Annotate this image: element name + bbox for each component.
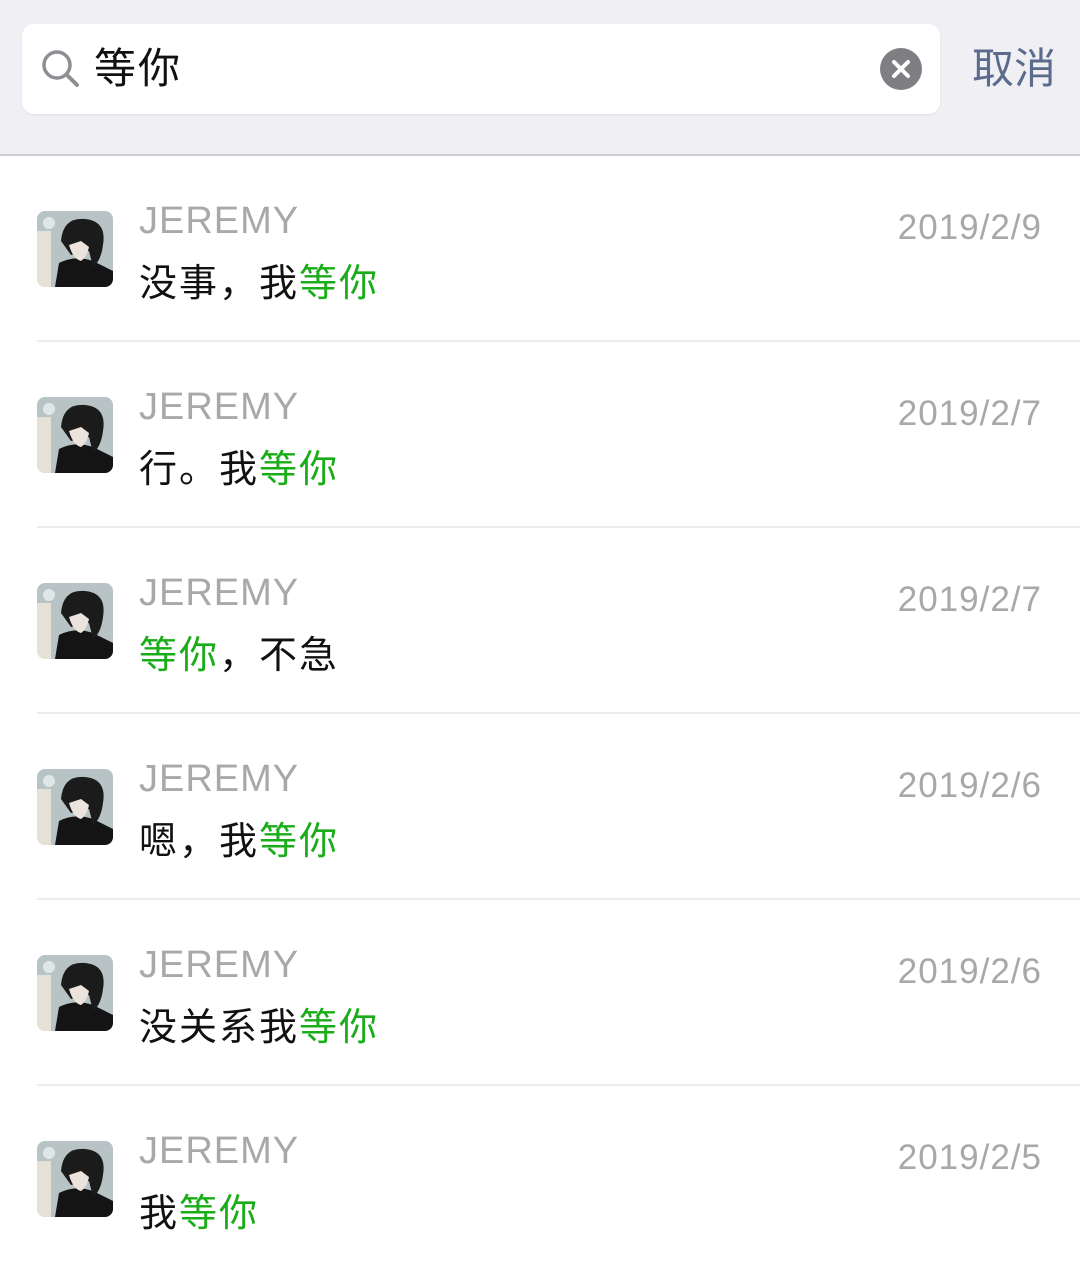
message-date: 2019/2/9 <box>897 208 1042 247</box>
message-snippet: 嗯，我等你 <box>139 819 340 863</box>
list-item[interactable]: JEREMY 没关系我等你 2019/2/6 <box>0 900 1080 1086</box>
message-date: 2019/2/7 <box>897 394 1042 433</box>
match-highlight: 等你 <box>179 1191 260 1235</box>
sender-name: JEREMY <box>139 572 300 614</box>
sender-name: JEREMY <box>139 758 300 800</box>
message-snippet: 没关系我等你 <box>139 1005 380 1049</box>
list-item[interactable]: JEREMY 嗯，我等你 2019/2/6 <box>0 714 1080 900</box>
avatar <box>37 211 113 287</box>
message-snippet: 没事，我等你 <box>139 261 380 305</box>
message-date: 2019/2/6 <box>897 766 1042 805</box>
search-field[interactable]: 等你 <box>22 24 940 114</box>
avatar <box>37 583 113 659</box>
sender-name: JEREMY <box>139 944 300 986</box>
list-item[interactable]: JEREMY 没事，我等你 2019/2/9 <box>0 156 1080 342</box>
match-highlight: 等你 <box>299 1005 380 1049</box>
avatar <box>37 769 113 845</box>
list-item[interactable]: JEREMY 行。我等你 2019/2/7 <box>0 342 1080 528</box>
sender-name: JEREMY <box>139 200 300 242</box>
avatar <box>37 1141 113 1217</box>
match-highlight: 等你 <box>299 261 380 305</box>
sender-name: JEREMY <box>139 386 300 428</box>
search-header: 等你 取消 <box>0 0 1080 156</box>
match-highlight: 等你 <box>259 447 340 491</box>
avatar <box>37 397 113 473</box>
avatar <box>37 955 113 1031</box>
match-highlight: 等你 <box>139 633 220 677</box>
list-item[interactable]: JEREMY 我等你 2019/2/5 <box>0 1086 1080 1272</box>
message-snippet: 我等你 <box>139 1191 260 1235</box>
search-icon <box>38 46 84 92</box>
message-snippet: 等你，不急 <box>139 633 340 677</box>
clear-icon[interactable] <box>880 48 922 90</box>
cancel-button[interactable]: 取消 <box>964 24 1064 114</box>
message-date: 2019/2/5 <box>897 1138 1042 1177</box>
list-item[interactable]: JEREMY 等你，不急 2019/2/7 <box>0 528 1080 714</box>
match-highlight: 等你 <box>259 819 340 863</box>
search-input[interactable]: 等你 <box>94 24 182 114</box>
message-snippet: 行。我等你 <box>139 447 340 491</box>
message-date: 2019/2/7 <box>897 580 1042 619</box>
message-date: 2019/2/6 <box>897 952 1042 991</box>
sender-name: JEREMY <box>139 1130 300 1172</box>
